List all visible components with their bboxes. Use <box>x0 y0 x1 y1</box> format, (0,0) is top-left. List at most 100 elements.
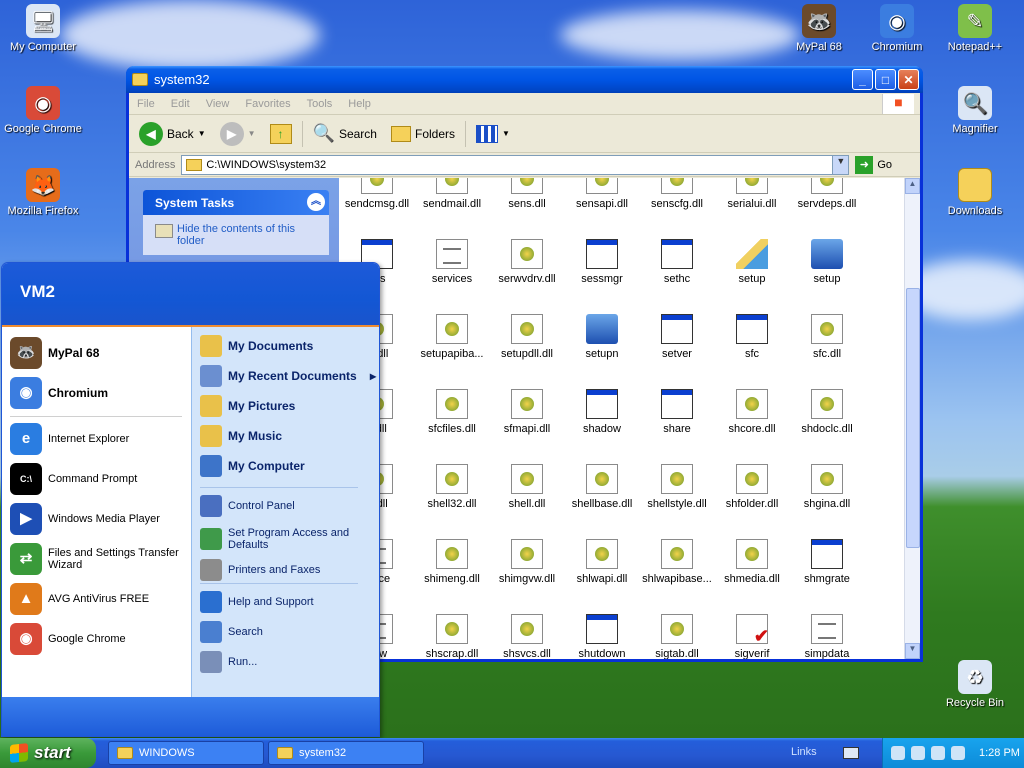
chevron-down-icon[interactable]: ▼ <box>198 129 206 138</box>
file-item[interactable]: shadow <box>564 389 640 435</box>
file-item[interactable]: setupapiba... <box>414 314 490 360</box>
menu-view[interactable]: View <box>206 98 230 110</box>
start-pinned-chromium[interactable]: ◉ Chromium <box>10 377 185 409</box>
start-recent-avg-antivirus-free[interactable]: ▲ AVG AntiVirus FREE <box>10 583 185 615</box>
tray-network-icon[interactable] <box>891 746 905 760</box>
start-pinned-mypal-68[interactable]: 🦝 MyPal 68 <box>10 337 185 369</box>
menu-file[interactable]: File <box>137 98 155 110</box>
file-item[interactable]: sensapi.dll <box>564 178 640 210</box>
file-item[interactable]: shellbase.dll <box>564 464 640 510</box>
scroll-down-button[interactable]: ▼ <box>905 643 920 659</box>
desktop-icon[interactable]: Downloads <box>932 168 1018 217</box>
tray-phone-icon[interactable] <box>911 746 925 760</box>
menu-favorites[interactable]: Favorites <box>245 98 290 110</box>
start-recent-internet-explorer[interactable]: e Internet Explorer <box>10 423 185 455</box>
tray-volume-icon[interactable] <box>951 746 965 760</box>
vertical-scrollbar[interactable]: ▲ ▼ <box>904 178 920 659</box>
file-item[interactable]: setup <box>789 239 865 285</box>
file-item[interactable]: shellstyle.dll <box>639 464 715 510</box>
up-folder-button[interactable]: ↑ <box>266 122 296 146</box>
desktop-icon[interactable]: 🦝 MyPal 68 <box>776 4 862 53</box>
file-item[interactable]: sendcmsg.dll <box>339 178 415 210</box>
search-button[interactable]: 🔍 Search <box>309 121 381 146</box>
scroll-up-button[interactable]: ▲ <box>905 178 920 194</box>
desktop-icon[interactable]: 🔍 Magnifier <box>932 86 1018 135</box>
file-item[interactable]: shmedia.dll <box>714 539 790 585</box>
file-item[interactable]: shell32.dll <box>414 464 490 510</box>
desktop-icon[interactable]: 🖥 My Computer <box>0 4 86 53</box>
start-search[interactable]: Search <box>200 621 376 643</box>
file-item[interactable]: shmgrate <box>789 539 865 585</box>
file-item[interactable]: shimgvw.dll <box>489 539 565 585</box>
desktop-icon[interactable]: ◉ Chromium <box>854 4 940 53</box>
menu-tools[interactable]: Tools <box>307 98 333 110</box>
start-recent-windows-media-player[interactable]: ▶ Windows Media Player <box>10 503 185 535</box>
start-recent-files-and-settings-transfer-wizard[interactable]: ⇄ Files and Settings Transfer Wizard <box>10 543 185 575</box>
start-my-recent-documents[interactable]: My Recent Documents ▸ <box>200 365 376 387</box>
start-control-panel[interactable]: Control Panel <box>200 495 376 517</box>
close-button[interactable]: ✕ <box>898 69 919 90</box>
file-item[interactable]: sfc <box>714 314 790 360</box>
file-item[interactable]: shutdown <box>564 614 640 659</box>
hide-folder-contents-link[interactable]: Hide the contents of this folder <box>143 215 329 255</box>
address-field[interactable]: C:\WINDOWS\system32 ▼ <box>181 154 850 175</box>
desktop-icon[interactable]: 🦊 Mozilla Firefox <box>0 168 86 217</box>
taskbar-task-system32[interactable]: system32 <box>268 741 424 765</box>
start-my-music[interactable]: My Music <box>200 425 376 447</box>
start-help-and-support[interactable]: Help and Support <box>200 591 376 613</box>
file-item[interactable]: sigtab.dll <box>639 614 715 659</box>
go-button[interactable]: ➜ Go <box>855 155 892 174</box>
file-item[interactable]: setver <box>639 314 715 360</box>
file-item[interactable]: sfmapi.dll <box>489 389 565 435</box>
folders-button[interactable]: Folders <box>387 124 459 144</box>
file-item[interactable]: sfc.dll <box>789 314 865 360</box>
start-recent-command-prompt[interactable]: C:\ Command Prompt <box>10 463 185 495</box>
file-item[interactable]: shsvcs.dll <box>489 614 565 659</box>
file-item[interactable]: sessmgr <box>564 239 640 285</box>
file-item[interactable]: serwvdrv.dll <box>489 239 565 285</box>
file-item[interactable]: shlwapibase... <box>639 539 715 585</box>
file-item[interactable]: sigverif <box>714 614 790 659</box>
file-item[interactable]: simpdata <box>789 614 865 659</box>
file-item[interactable]: shlwapi.dll <box>564 539 640 585</box>
collapse-chevron-icon[interactable]: ︽ <box>307 193 325 211</box>
start-printers-and-faxes[interactable]: Printers and Faxes <box>200 559 376 581</box>
address-dropdown-button[interactable]: ▼ <box>832 155 849 174</box>
file-item[interactable]: serialui.dll <box>714 178 790 210</box>
chevron-down-icon[interactable]: ▼ <box>248 129 256 138</box>
file-item[interactable]: senscfg.dll <box>639 178 715 210</box>
start-my-pictures[interactable]: My Pictures <box>200 395 376 417</box>
file-item[interactable]: shimeng.dll <box>414 539 490 585</box>
start-my-documents[interactable]: My Documents <box>200 335 376 357</box>
file-item[interactable]: shfolder.dll <box>714 464 790 510</box>
file-item[interactable]: shell.dll <box>489 464 565 510</box>
menu-help[interactable]: Help <box>348 98 371 110</box>
tray-computer-icon[interactable] <box>931 746 945 760</box>
file-item[interactable]: servdeps.dll <box>789 178 865 210</box>
start-my-computer[interactable]: My Computer <box>200 455 376 477</box>
file-item[interactable]: shgina.dll <box>789 464 865 510</box>
keyboard-icon[interactable] <box>843 747 859 759</box>
clock[interactable]: 1:28 PM <box>979 747 1020 759</box>
views-button[interactable]: ▼ <box>472 123 514 145</box>
file-item[interactable]: shscrap.dll <box>414 614 490 659</box>
menu-edit[interactable]: Edit <box>171 98 190 110</box>
desktop-icon[interactable]: ✎ Notepad++ <box>932 4 1018 53</box>
start-recent-google-chrome[interactable]: ◉ Google Chrome <box>10 623 185 655</box>
links-toolbar[interactable]: Links <box>791 746 817 758</box>
file-item[interactable]: setupn <box>564 314 640 360</box>
forward-button[interactable]: ▶ ▼ <box>216 120 260 148</box>
title-bar[interactable]: system32 _ □ ✕ <box>126 66 923 93</box>
start-run-[interactable]: Run... <box>200 651 376 673</box>
file-item[interactable]: services <box>414 239 490 285</box>
file-item[interactable]: sens.dll <box>489 178 565 210</box>
maximize-button[interactable]: □ <box>875 69 896 90</box>
start-set-program-access-and-defaults[interactable]: Set Program Access and Defaults <box>200 527 376 551</box>
file-item[interactable]: sfcfiles.dll <box>414 389 490 435</box>
file-item[interactable]: sethc <box>639 239 715 285</box>
file-item[interactable]: setupdll.dll <box>489 314 565 360</box>
system-tasks-header[interactable]: System Tasks ︽ <box>143 190 329 215</box>
file-item[interactable]: shcore.dll <box>714 389 790 435</box>
file-item[interactable]: sendmail.dll <box>414 178 490 210</box>
back-button[interactable]: ◀ Back ▼ <box>135 120 210 148</box>
